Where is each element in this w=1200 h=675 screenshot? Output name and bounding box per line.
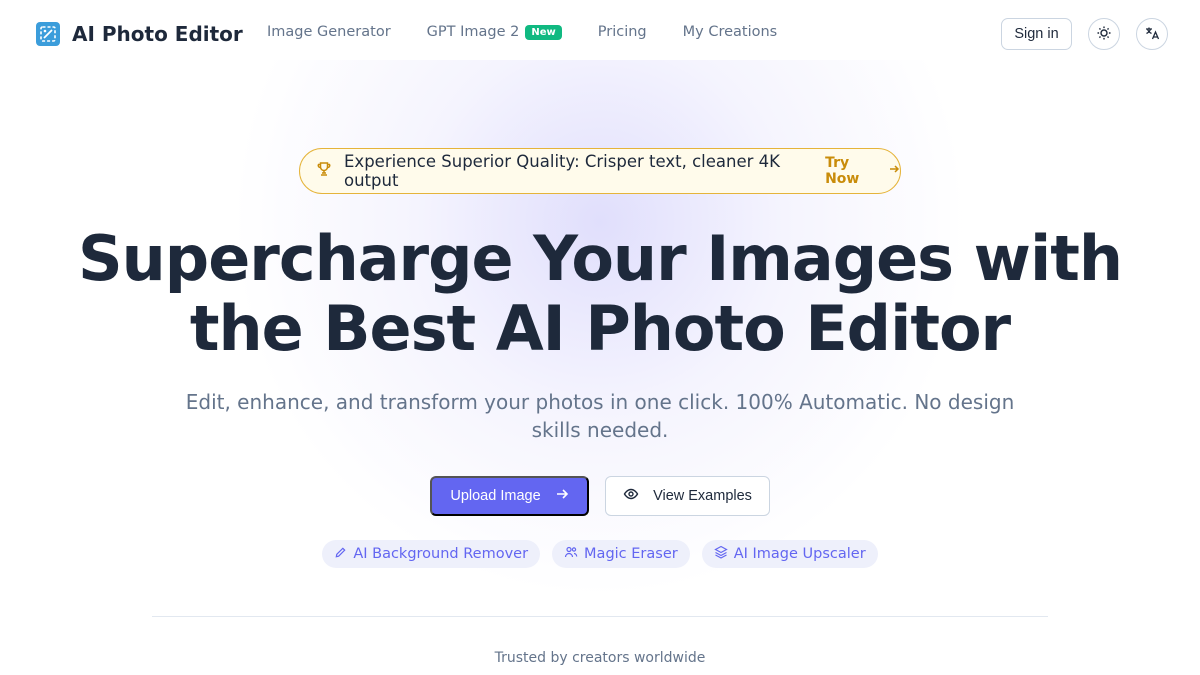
nav-links: Image Generator GPT Image 2 New Pricing … <box>267 24 777 40</box>
feature-chip-background-remover[interactable]: AI Background Remover <box>322 540 541 568</box>
promo-cta-label: Try Now <box>825 155 860 187</box>
hero-title-line-2: the Best AI Photo Editor <box>189 292 1011 365</box>
pencil-icon <box>334 546 347 563</box>
nav-link-image-generator[interactable]: Image Generator <box>267 24 391 40</box>
feature-chip-magic-eraser[interactable]: Magic Eraser <box>552 540 690 568</box>
hero-title: Supercharge Your Images with the Best AI… <box>0 224 1200 364</box>
hero-title-line-1: Supercharge Your Images with <box>78 222 1123 295</box>
feature-chips: AI Background Remover Magic Eraser AI Im… <box>0 540 1200 568</box>
eye-icon <box>623 486 639 506</box>
section-divider <box>152 616 1048 617</box>
users-icon <box>564 545 578 563</box>
nav-link-label: Pricing <box>597 24 647 40</box>
arrow-right-icon <box>888 163 900 179</box>
translate-icon <box>1144 25 1160 44</box>
feature-chip-image-upscaler[interactable]: AI Image Upscaler <box>701 540 878 568</box>
nav-link-my-creations[interactable]: My Creations <box>683 24 778 40</box>
feature-chip-label: AI Background Remover <box>353 546 529 562</box>
language-button[interactable] <box>1136 18 1168 50</box>
nav-link-label: Image Generator <box>267 24 391 40</box>
upload-image-button[interactable]: Upload Image <box>430 476 589 516</box>
hero-subtitle: Edit, enhance, and transform your photos… <box>185 390 1015 442</box>
sun-icon <box>1096 25 1112 44</box>
new-badge: New <box>525 24 562 40</box>
arrow-right-icon <box>555 487 569 505</box>
feature-chip-label: Magic Eraser <box>584 546 678 562</box>
feature-chip-label: AI Image Upscaler <box>733 546 866 562</box>
view-examples-button[interactable]: View Examples <box>605 476 770 516</box>
brand-name: AI Photo Editor <box>72 22 243 46</box>
trophy-icon <box>316 161 332 181</box>
promo-try-now-link[interactable]: Try Now <box>825 155 900 187</box>
promo-banner[interactable]: Experience Superior Quality: Crisper tex… <box>299 148 901 194</box>
view-examples-label: View Examples <box>653 488 752 504</box>
promo-text: Experience Superior Quality: Crisper tex… <box>344 152 780 190</box>
nav-link-label: GPT Image 2 <box>426 24 520 40</box>
nav-link-gpt-image-2[interactable]: GPT Image 2 New <box>427 24 562 40</box>
nav-link-label: My Creations <box>682 24 778 40</box>
sign-in-button[interactable]: Sign in <box>1001 18 1072 50</box>
brand-logo[interactable]: AI Photo Editor <box>36 22 243 46</box>
nav-link-pricing[interactable]: Pricing <box>598 24 647 40</box>
upload-image-label: Upload Image <box>450 488 541 504</box>
layers-icon <box>713 545 728 563</box>
image-edit-icon <box>36 22 60 46</box>
theme-toggle-button[interactable] <box>1088 18 1120 50</box>
top-navigation: AI Photo Editor Image Generator GPT Imag… <box>0 0 1200 68</box>
trusted-by-text: Trusted by creators worldwide <box>494 650 706 666</box>
